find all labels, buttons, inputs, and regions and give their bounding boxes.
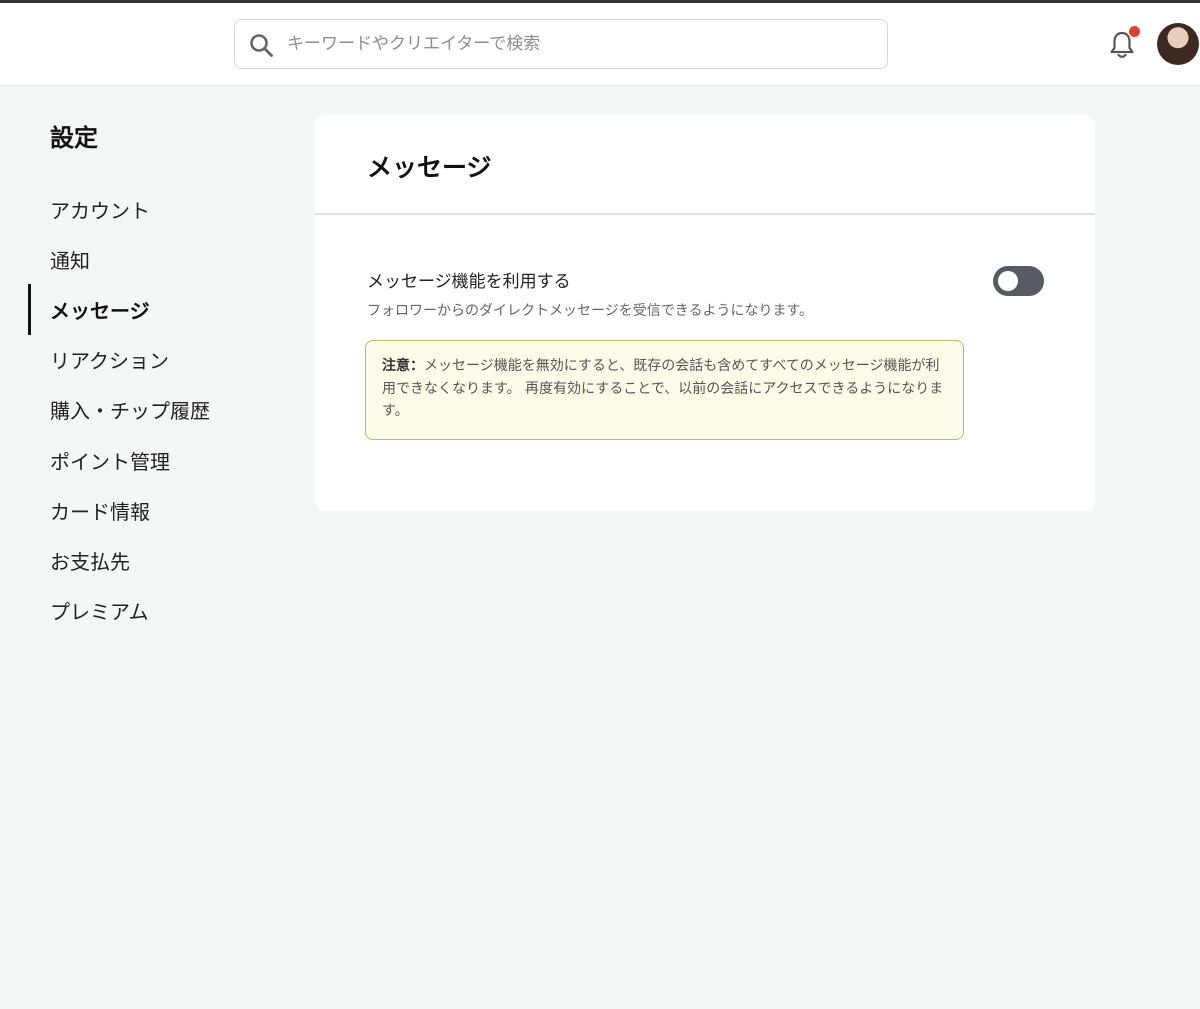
sidebar-item-points[interactable]: ポイント管理 (0, 435, 290, 485)
sidebar-item-messages[interactable]: メッセージ (0, 284, 290, 335)
page-title: メッセージ (367, 153, 492, 182)
search-icon (250, 34, 273, 57)
sidebar-item-premium[interactable]: プレミアム (0, 586, 290, 636)
settings-nav: アカウント 通知 メッセージ リアクション 購入・チップ履歴 ポイント管理 カー… (0, 184, 290, 636)
sidebar-item-account[interactable]: アカウント (0, 184, 290, 234)
search-box[interactable] (234, 19, 888, 69)
sidebar-item-notifications[interactable]: 通知 (0, 234, 290, 284)
setting-description: フォロワーからのダイレクトメッセージを受信できるようになります。 (367, 303, 814, 319)
message-toggle[interactable] (993, 266, 1044, 296)
sidebar: 設定 アカウント 通知 メッセージ リアクション 購入・チップ履歴 ポイント管理… (0, 86, 290, 1009)
warning-notice: 注意：メッセージ機能を無効にすると、既存の会話も含めてすべてのメッセージ機能が利… (365, 340, 964, 440)
sidebar-item-payee[interactable]: お支払先 (0, 535, 290, 585)
divider (315, 213, 1095, 215)
sidebar-item-card-info[interactable]: カード情報 (0, 485, 290, 535)
notification-badge (1129, 26, 1140, 37)
search-input[interactable] (287, 20, 877, 68)
toggle-knob (998, 271, 1018, 291)
message-settings-card: メッセージ メッセージ機能を利用する フォロワーからのダイレクトメッセージを受信… (315, 115, 1095, 511)
sidebar-item-reactions[interactable]: リアクション (0, 335, 290, 385)
avatar[interactable] (1157, 23, 1199, 65)
header (0, 3, 1200, 86)
setting-label: メッセージ機能を利用する (367, 272, 571, 292)
sidebar-item-purchase-history[interactable]: 購入・チップ履歴 (0, 385, 290, 435)
notice-label: 注意： (382, 358, 424, 374)
notice-text: メッセージ機能を無効にすると、既存の会話も含めてすべてのメッセージ機能が利用でき… (382, 358, 944, 419)
sidebar-title: 設定 (50, 124, 98, 152)
